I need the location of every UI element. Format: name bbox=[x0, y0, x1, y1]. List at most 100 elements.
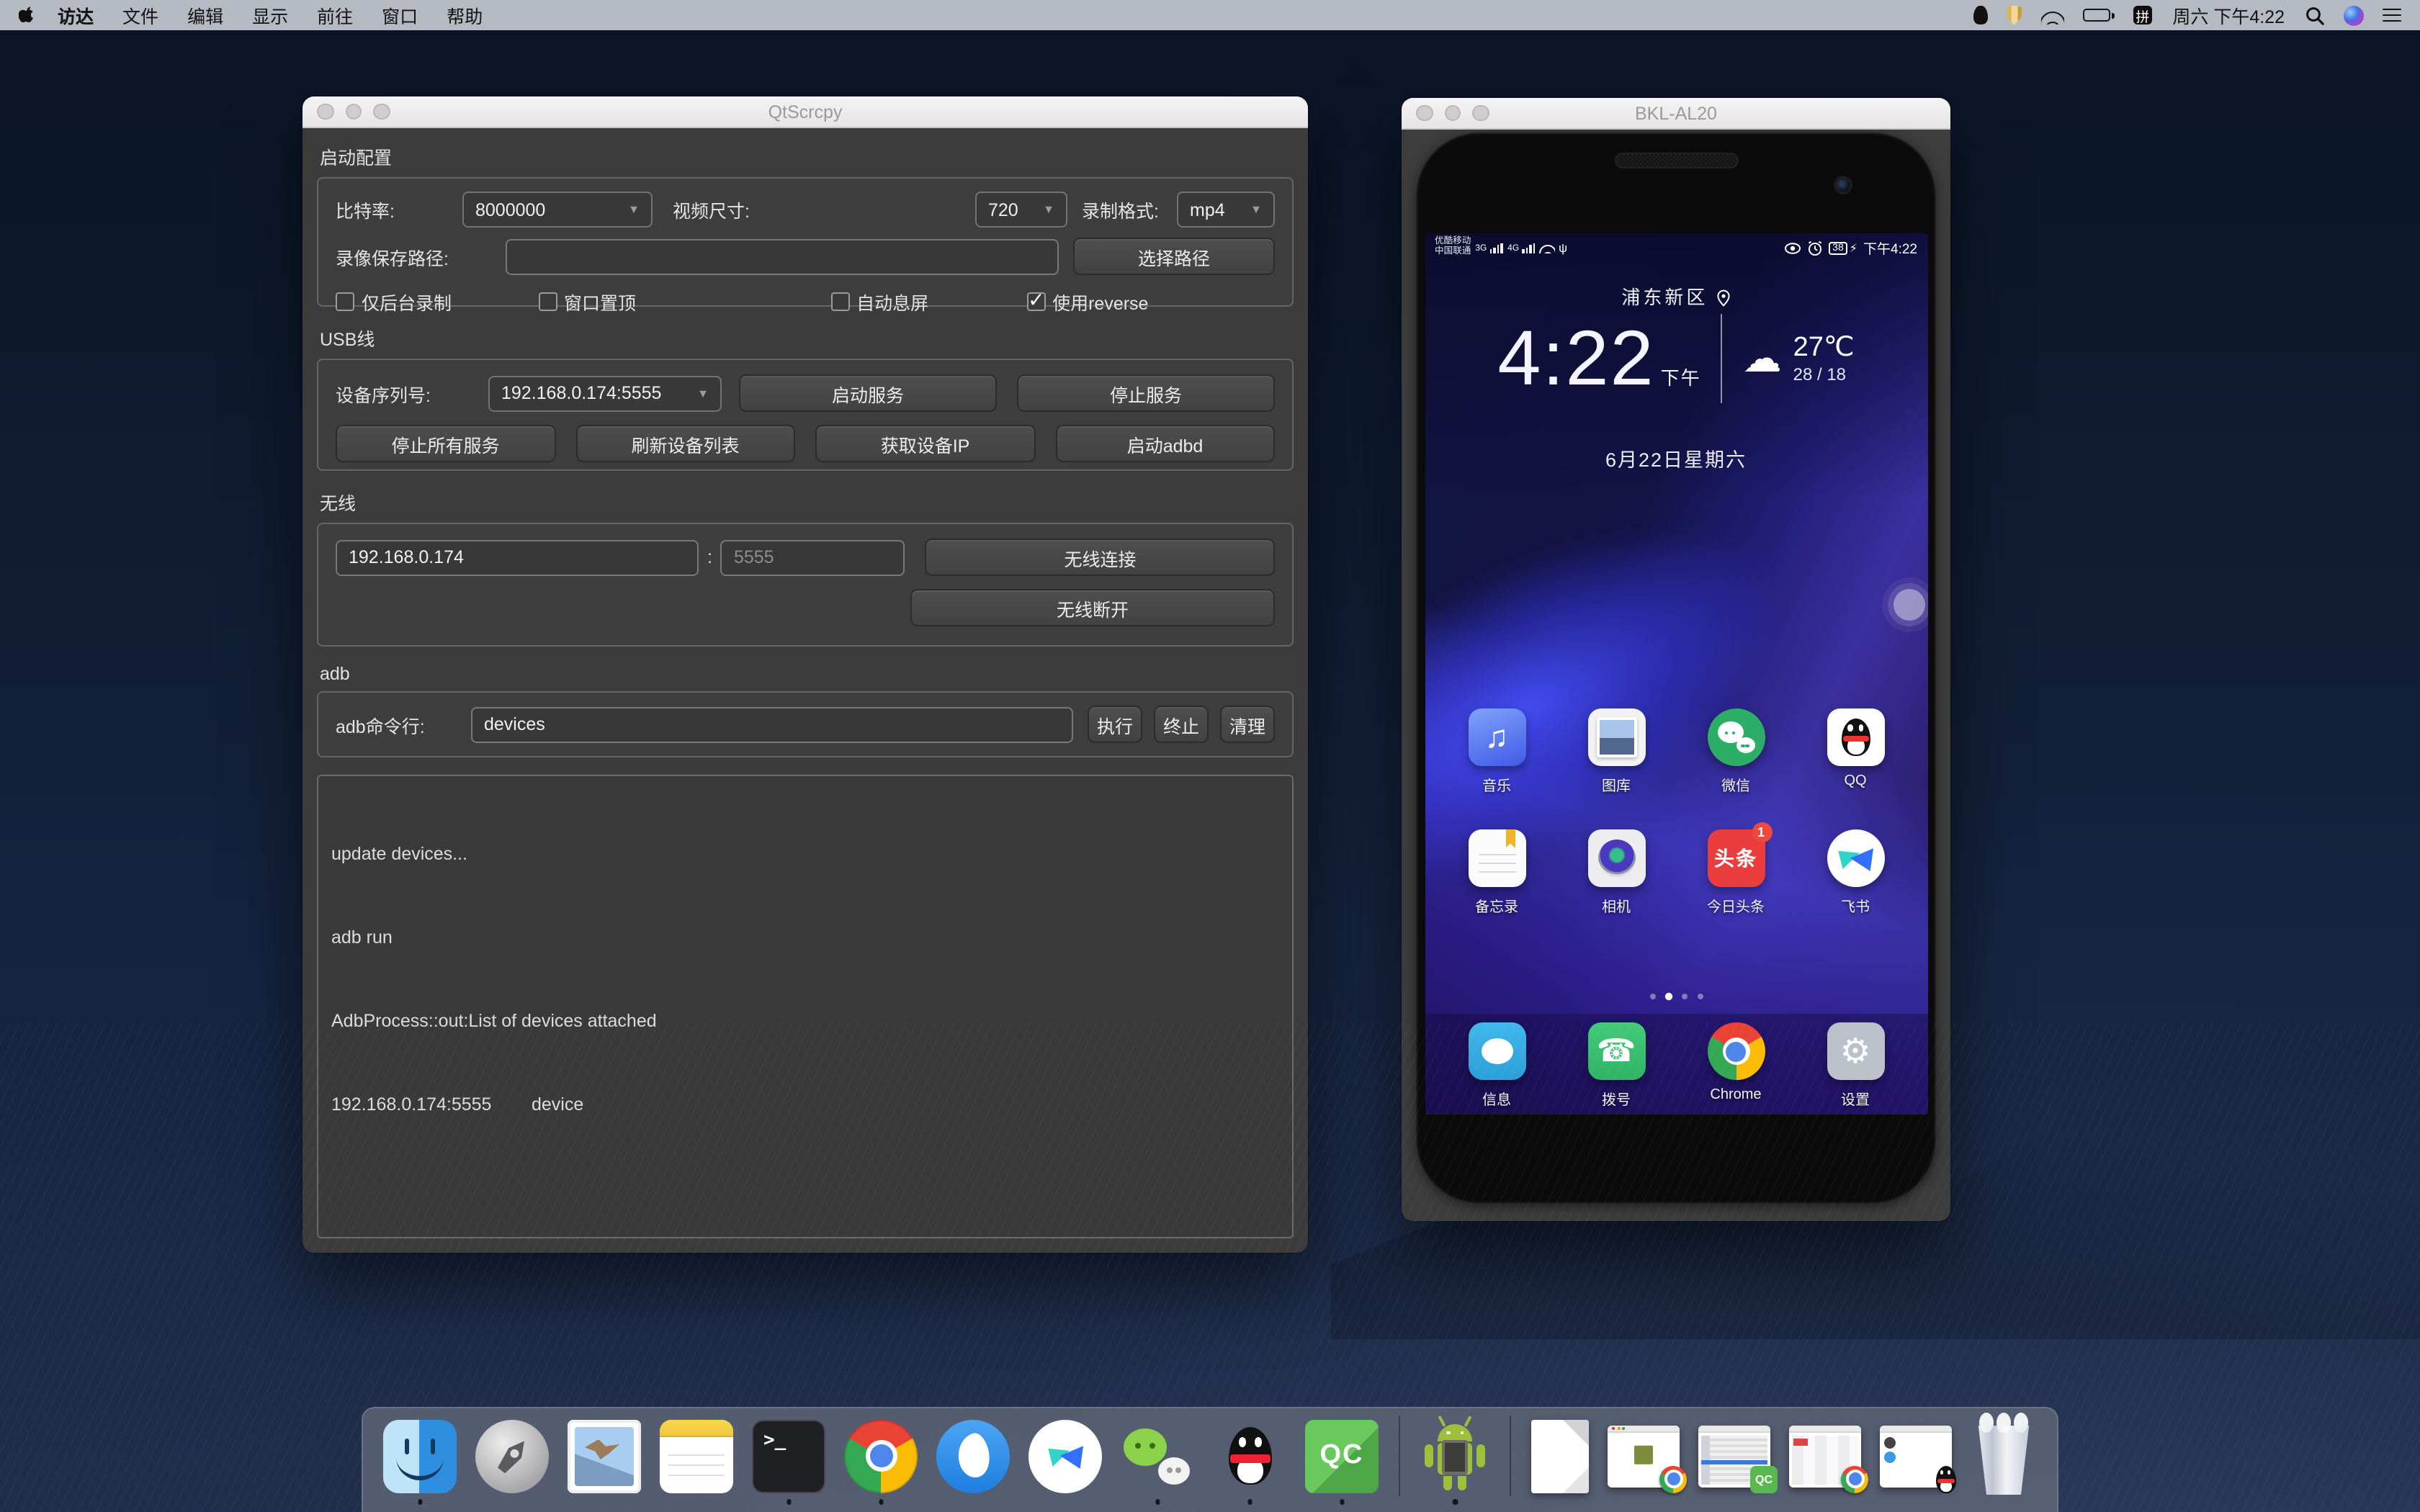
refresh-device-list-button[interactable]: 刷新设备列表 bbox=[575, 425, 795, 462]
qq-menubar-icon[interactable] bbox=[1968, 0, 1991, 30]
assistive-ball[interactable] bbox=[1893, 589, 1924, 621]
save-path-input[interactable] bbox=[506, 238, 1059, 274]
menubar-clock[interactable]: 周六 下午4:22 bbox=[2166, 1, 2290, 29]
choose-path-button[interactable]: 选择路径 bbox=[1073, 238, 1275, 275]
start-adbd-button[interactable]: 启动adbd bbox=[1055, 425, 1275, 462]
dock-notes[interactable] bbox=[660, 1419, 733, 1493]
chevron-down-icon: ▼ bbox=[686, 387, 709, 400]
minimize-button[interactable] bbox=[345, 104, 362, 120]
start-service-button[interactable]: 启动服务 bbox=[739, 374, 997, 412]
menu-item-help[interactable]: 帮助 bbox=[432, 0, 497, 30]
adb-section-label: adb bbox=[320, 664, 1291, 684]
app-music[interactable]: ♫ 音乐 bbox=[1449, 708, 1544, 795]
phone-screen[interactable]: 优酷移动 中国联通 3G 4G ψ bbox=[1425, 233, 1927, 1115]
menu-item-view[interactable]: 显示 bbox=[238, 0, 302, 30]
get-device-ip-button[interactable]: 获取设备IP bbox=[815, 425, 1035, 462]
close-button[interactable] bbox=[317, 104, 333, 120]
mac-dock: >_ QC bbox=[362, 1407, 2058, 1512]
dock-terminal[interactable]: >_ bbox=[752, 1419, 825, 1493]
record-format-combobox[interactable]: mp4 ▼ bbox=[1177, 192, 1275, 228]
dock-launchpad[interactable] bbox=[475, 1419, 549, 1493]
dock-seal-app[interactable] bbox=[936, 1419, 1010, 1493]
input-method-icon[interactable]: 拼 bbox=[2128, 0, 2156, 30]
dock-chrome[interactable] bbox=[844, 1419, 918, 1493]
video-size-combobox[interactable]: 720 ▼ bbox=[975, 192, 1067, 228]
notification-center-icon[interactable] bbox=[2378, 0, 2406, 30]
wireless-ip-input[interactable] bbox=[336, 539, 699, 575]
app-camera[interactable]: 相机 bbox=[1569, 829, 1664, 916]
close-button[interactable] bbox=[1416, 105, 1433, 122]
wireless-port-input[interactable] bbox=[721, 539, 905, 575]
dock-mail[interactable] bbox=[568, 1419, 641, 1493]
dock-minimized-web-window[interactable] bbox=[1789, 1425, 1861, 1487]
app-label: 音乐 bbox=[1482, 773, 1511, 795]
app-chrome[interactable]: Chrome bbox=[1688, 1022, 1783, 1109]
checkbox-always-on-top[interactable]: 窗口置顶 bbox=[538, 288, 636, 315]
dock-finder[interactable] bbox=[383, 1419, 457, 1493]
adb-exec-button[interactable]: 执行 bbox=[1088, 706, 1142, 743]
dock-minimized-document[interactable] bbox=[1531, 1419, 1589, 1493]
dock-qt-creator[interactable]: QC bbox=[1305, 1419, 1379, 1493]
app-wechat[interactable]: 微信 bbox=[1688, 708, 1783, 795]
minimize-button[interactable] bbox=[1444, 105, 1461, 122]
siri-icon[interactable] bbox=[2339, 0, 2368, 30]
app-gallery[interactable]: 图库 bbox=[1569, 708, 1664, 795]
carrier-labels: 优酷移动 中国联通 bbox=[1435, 238, 1471, 257]
adb-cmd-input[interactable] bbox=[471, 706, 1073, 742]
location-pin-icon bbox=[1716, 289, 1731, 307]
serial-combobox[interactable]: 192.168.0.174:5555 ▼ bbox=[488, 375, 722, 411]
dock-wechat[interactable] bbox=[1121, 1419, 1194, 1493]
terminal-icon: >_ bbox=[752, 1419, 825, 1493]
app-dialer[interactable]: ☎ 拨号 bbox=[1569, 1022, 1664, 1109]
checkbox-auto-screen-off[interactable]: 自动息屏 bbox=[830, 288, 928, 315]
app-memo[interactable]: 备忘录 bbox=[1449, 829, 1544, 916]
zoom-button[interactable] bbox=[373, 104, 390, 120]
wifi-icon bbox=[1540, 242, 1556, 253]
app-toutiao[interactable]: 头条 1 今日头条 bbox=[1688, 829, 1783, 916]
dock-minimized-chrome-window[interactable] bbox=[1608, 1425, 1680, 1487]
adb-clear-button[interactable]: 清理 bbox=[1220, 706, 1275, 743]
menu-item-edit[interactable]: 编辑 bbox=[173, 0, 238, 30]
phone-window-titlebar[interactable]: BKL-AL20 bbox=[1402, 98, 1950, 130]
menu-item-go[interactable]: 前往 bbox=[302, 0, 367, 30]
dock-qq[interactable] bbox=[1213, 1419, 1286, 1493]
weather-widget[interactable]: ☁ 27℃ 28 / 18 bbox=[1743, 330, 1855, 387]
adb-kill-button[interactable]: 终止 bbox=[1154, 706, 1209, 743]
wifi-icon[interactable] bbox=[2036, 0, 2068, 30]
app-label: QQ bbox=[1844, 773, 1866, 789]
qtscrcpy-titlebar[interactable]: QtScrcpy bbox=[302, 96, 1308, 128]
qt-creator-badge-icon: QC bbox=[1750, 1465, 1778, 1493]
menu-item-file[interactable]: 文件 bbox=[108, 0, 173, 30]
checkbox-icon bbox=[538, 292, 557, 311]
notification-badge: 1 bbox=[1752, 822, 1772, 842]
log-line: AdbProcess::out:List of devices attached bbox=[331, 1008, 1279, 1036]
log-line: 192.168.0.174:5555 device bbox=[331, 1092, 1279, 1120]
app-qq[interactable]: QQ bbox=[1808, 708, 1903, 795]
bitrate-combobox[interactable]: 8000000 ▼ bbox=[462, 192, 653, 228]
search-icon[interactable] bbox=[2300, 0, 2329, 30]
menu-item-window[interactable]: 窗口 bbox=[367, 0, 432, 30]
checkbox-background-record[interactable]: 仅后台录制 bbox=[336, 288, 452, 315]
ip-port-separator: : bbox=[699, 547, 721, 567]
wireless-connect-button[interactable]: 无线连接 bbox=[926, 539, 1275, 576]
checkbox-use-reverse[interactable]: 使用reverse bbox=[1026, 288, 1148, 315]
dock-qtscrcpy-android[interactable] bbox=[1420, 1419, 1489, 1493]
dock-lark[interactable] bbox=[1028, 1419, 1102, 1493]
shield-icon[interactable] bbox=[2002, 0, 2026, 30]
apple-menu[interactable] bbox=[12, 0, 43, 30]
app-messages[interactable]: 信息 bbox=[1449, 1022, 1544, 1109]
zoom-button[interactable] bbox=[1472, 105, 1489, 122]
usb-section-label: USB线 bbox=[320, 324, 1291, 351]
dock-minimized-qq-window[interactable] bbox=[1880, 1425, 1952, 1487]
stop-all-services-button[interactable]: 停止所有服务 bbox=[336, 425, 555, 462]
app-settings[interactable]: ⚙ 设置 bbox=[1808, 1022, 1903, 1109]
adb-log-output[interactable]: update devices... adb run AdbProcess::ou… bbox=[317, 775, 1294, 1238]
app-feishu[interactable]: 飞书 bbox=[1808, 829, 1903, 916]
menu-item-finder[interactable]: 访达 bbox=[43, 0, 108, 30]
wireless-disconnect-button[interactable]: 无线断开 bbox=[910, 589, 1275, 626]
battery-icon[interactable] bbox=[2078, 0, 2118, 30]
dock-minimized-code-window[interactable]: QC bbox=[1698, 1425, 1770, 1487]
dock-trash[interactable] bbox=[1971, 1417, 2037, 1495]
app-label: 微信 bbox=[1721, 773, 1750, 795]
stop-service-button[interactable]: 停止服务 bbox=[1017, 374, 1275, 412]
